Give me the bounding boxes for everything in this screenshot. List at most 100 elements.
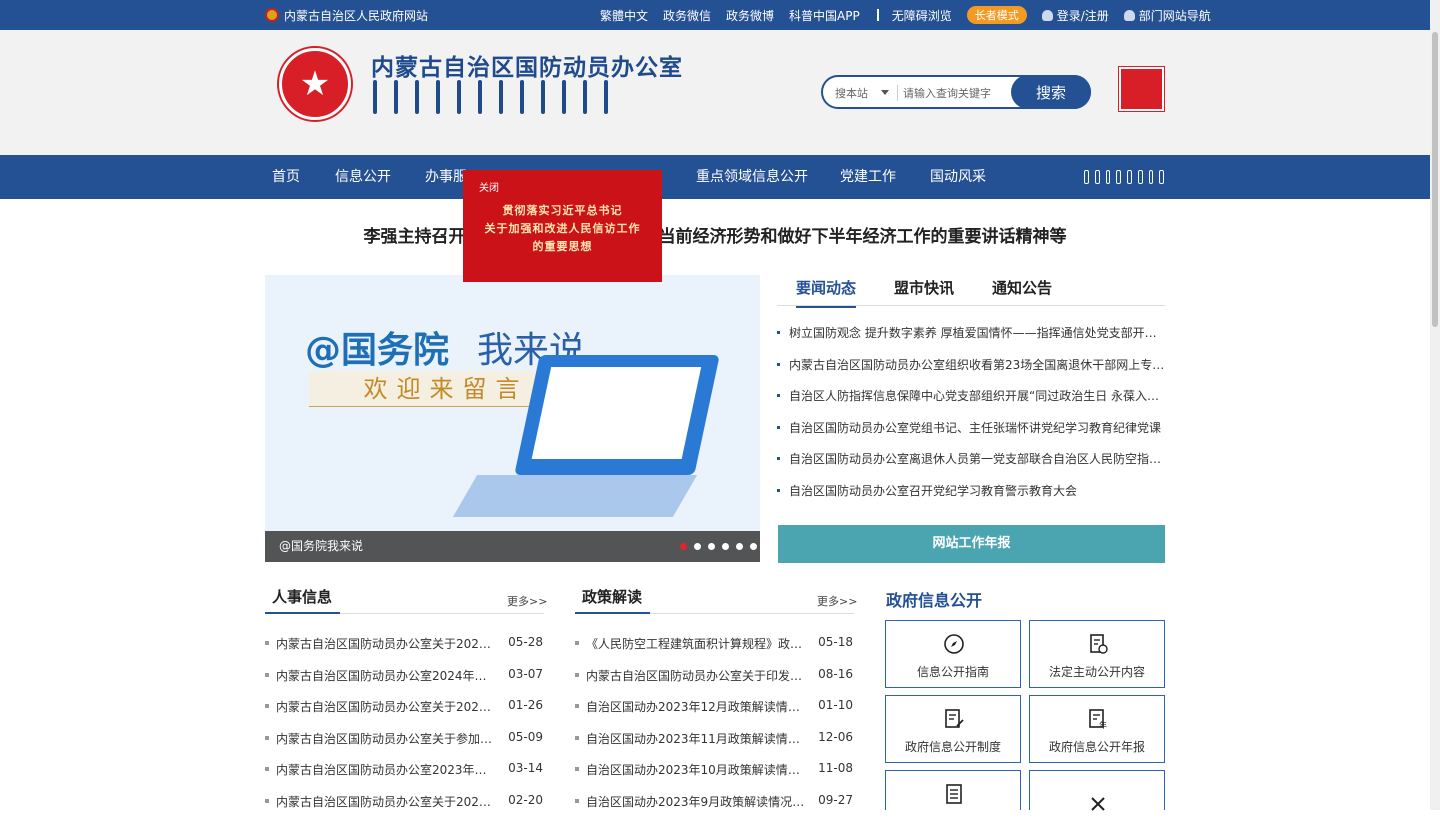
card-info-system[interactable]: 政府信息公开制度 bbox=[885, 695, 1021, 763]
link-gov-weibo[interactable]: 政务微博 bbox=[726, 7, 774, 24]
policy-more-link[interactable]: 更多>> bbox=[817, 593, 857, 609]
accessible-browse-link[interactable]: 无障碍浏览 bbox=[877, 7, 952, 24]
nav-item-info-public[interactable]: 信息公开 bbox=[335, 155, 391, 199]
personnel-underline bbox=[265, 612, 340, 614]
gov-site-link[interactable]: 内蒙古自治区人民政府网站 bbox=[265, 0, 428, 30]
list-item[interactable]: 内蒙古自治区国防动员办公室关于2024年度考试录用公务员面试的公告 01-26 bbox=[265, 698, 543, 730]
personnel-title[interactable]: 人事信息 bbox=[272, 586, 332, 607]
document-badge-icon bbox=[1087, 633, 1109, 655]
nav-item-party[interactable]: 党建工作 bbox=[840, 155, 896, 199]
chevron-down-icon[interactable] bbox=[881, 90, 889, 95]
accessibility-icon bbox=[877, 9, 887, 21]
list-item[interactable]: 自治区国防动员办公室召开党纪学习教育警示教育大会 bbox=[777, 482, 1165, 514]
headline-news[interactable]: 李强主持召开国务院常务会议 书记关于当前经济形势和做好下半年经济工作的重要讲话精… bbox=[0, 222, 1430, 247]
china-gov-logo[interactable] bbox=[1084, 167, 1164, 187]
carousel-dots bbox=[680, 543, 757, 550]
list-item[interactable]: 树立国防观念 提升数字素养 厚植爱国情怀——指挥通信处党支部开展主题党日活动 bbox=[777, 324, 1165, 356]
policy-list: 《人民防空工程建筑面积计算规程》政策解读05-18 内蒙古自治区国防动员办公室关… bbox=[575, 635, 853, 824]
top-links: 繁體中文 政务微信 政务微博 科普中国APP 无障碍浏览 长者模式 登录/注册 … bbox=[600, 0, 1226, 30]
item-date: 05-09 bbox=[508, 730, 543, 744]
card-tools[interactable] bbox=[1029, 770, 1165, 810]
org-icon bbox=[1124, 10, 1135, 21]
search-button[interactable]: 搜索 bbox=[1011, 75, 1091, 109]
nav-item-style[interactable]: 国动风采 bbox=[930, 155, 986, 199]
tab-notices[interactable]: 通知公告 bbox=[992, 277, 1052, 306]
list-item[interactable]: 内蒙古自治区国防动员办公室关于参加2023年度公开遴选公务员面试的公告 05-09 bbox=[265, 730, 543, 762]
search-scope-select[interactable]: 搜本站 bbox=[835, 85, 868, 101]
carousel-dot[interactable] bbox=[680, 543, 687, 550]
list-item[interactable]: 自治区国动办2023年10月政策解读情况统计 11-08 bbox=[575, 761, 853, 793]
list-item[interactable]: 内蒙古自治区国防动员办公室关于印发《内蒙古自治区人民防空工程管理办法》的政策解读… bbox=[575, 667, 853, 699]
item-title: 内蒙古自治区国防动员办公室关于参加2023年度公开遴选公务员面试的公告 bbox=[276, 730, 496, 747]
carousel-dot[interactable] bbox=[722, 543, 729, 550]
gov-info-title[interactable]: 政府信息公开 bbox=[886, 587, 982, 611]
news-carousel[interactable]: @国务院 我来说 欢迎来留言 @国务院我来说 bbox=[265, 275, 760, 562]
list-item[interactable]: 内蒙古自治区国防动员办公室2024年事业单位公开招聘工作人员公告 03-07 bbox=[265, 667, 543, 699]
item-title: 自治区国动办2023年9月政策解读情况报告 bbox=[586, 793, 806, 810]
link-gov-wechat[interactable]: 政务微信 bbox=[663, 7, 711, 24]
item-title: 内蒙古自治区国防动员办公室关于2024年公开遴选公务员拟遴选人员的公示 bbox=[276, 635, 496, 652]
list-item[interactable]: 自治区国防动员办公室党组书记、主任张瑞怀讲党纪学习教育纪律党课 bbox=[777, 419, 1165, 451]
carousel-dot[interactable] bbox=[694, 543, 701, 550]
list-item[interactable]: 《人民防空工程建筑面积计算规程》政策解读05-18 bbox=[575, 635, 853, 667]
list-item[interactable]: 自治区国动办2023年11月政策解读情况统计12-06 bbox=[575, 730, 853, 762]
site-title[interactable]: 内蒙古自治区国防动员办公室 bbox=[371, 48, 683, 82]
item-date: 09-27 bbox=[818, 793, 853, 807]
item-title: 内蒙古自治区国防动员办公室关于2024年度考试录用公务员面试的公告 bbox=[276, 698, 496, 715]
nav-item-home[interactable]: 首页 bbox=[272, 155, 300, 199]
card-info-guide[interactable]: 信息公开指南 bbox=[885, 620, 1021, 688]
card-label: 信息公开指南 bbox=[886, 663, 1020, 680]
elder-mode-button[interactable]: 长者模式 bbox=[967, 6, 1027, 24]
nav-item-key-areas[interactable]: 重点领域信息公开 bbox=[696, 155, 808, 199]
floating-banner[interactable]: 关闭 贯彻落实习近平总书记 关于加强和改进人民信访工作 的重要思想 bbox=[463, 170, 662, 282]
item-title: 自治区国动办2023年12月政策解读情况统计 bbox=[586, 698, 806, 715]
item-title: 内蒙古自治区国防动员办公室关于2022年度事业单位公开招聘的公告 bbox=[276, 793, 496, 810]
link-traditional-chinese[interactable]: 繁體中文 bbox=[600, 7, 648, 24]
annual-report-button[interactable]: 网站工作年报 bbox=[778, 525, 1165, 563]
card-list-document[interactable] bbox=[885, 770, 1021, 810]
list-item[interactable]: 内蒙古自治区国防动员办公室关于2024年公开遴选公务员拟遴选人员的公示 05-28 bbox=[265, 635, 543, 667]
main-nav: 首页 信息公开 办事服 重点领域信息公开 党建工作 国动风采 bbox=[0, 155, 1430, 199]
card-label: 政府信息公开年报 bbox=[1030, 738, 1164, 755]
tab-city-news[interactable]: 盟市快讯 bbox=[894, 277, 954, 306]
inner-mongolia-seal-logo[interactable] bbox=[1119, 67, 1164, 111]
nav-item-service[interactable]: 办事服 bbox=[425, 155, 467, 199]
carousel-dot[interactable] bbox=[736, 543, 743, 550]
item-title: 内蒙古自治区国防动员办公室2024年事业单位公开招聘工作人员公告 bbox=[276, 667, 496, 684]
card-annual-report[interactable]: 年 政府信息公开年报 bbox=[1029, 695, 1165, 763]
policy-title[interactable]: 政策解读 bbox=[582, 586, 642, 607]
list-item[interactable]: 自治区国动办2023年12月政策解读情况统计01-10 bbox=[575, 698, 853, 730]
carousel-heading-a: @国务院 bbox=[305, 321, 449, 373]
list-item[interactable]: 内蒙古自治区国防动员办公室组织收看第23场全国离退休干部网上专题报告会 bbox=[777, 356, 1165, 388]
list-item[interactable]: 自治区国动办2023年9月政策解读情况报告 09-27 bbox=[575, 793, 853, 824]
document-year-icon: 年 bbox=[1087, 708, 1109, 730]
scrollbar-thumb[interactable] bbox=[1432, 32, 1438, 327]
item-date: 05-28 bbox=[508, 635, 543, 649]
accessible-label: 无障碍浏览 bbox=[892, 9, 952, 23]
login-link[interactable]: 登录/注册 bbox=[1042, 7, 1109, 24]
tab-news[interactable]: 要闻动态 bbox=[796, 277, 856, 308]
site-badge-logo[interactable]: ★ bbox=[279, 48, 351, 120]
search-input[interactable] bbox=[903, 83, 1011, 103]
personnel-more-link[interactable]: 更多>> bbox=[507, 593, 547, 609]
item-title: 自治区国动办2023年10月政策解读情况统计 bbox=[586, 761, 806, 778]
page-scrollbar[interactable] bbox=[1430, 0, 1440, 810]
link-science-app[interactable]: 科普中国APP bbox=[789, 7, 860, 24]
tools-icon bbox=[1087, 793, 1109, 815]
news-tabs: 要闻动态 盟市快讯 通知公告 bbox=[777, 270, 1165, 306]
list-item[interactable]: 自治区人防指挥信息保障中心党支部组织开展“同过政治生日 永葆入党初心”主题党日活… bbox=[777, 387, 1165, 419]
close-banner-button[interactable]: 关闭 bbox=[479, 179, 499, 194]
list-item[interactable]: 自治区国防动员办公室离退休人员第一党支部联合自治区人民防空指挥信息保障中心党支部… bbox=[777, 450, 1165, 482]
item-date: 03-07 bbox=[508, 667, 543, 681]
carousel-dot[interactable] bbox=[750, 543, 757, 550]
dept-nav-link[interactable]: 部门网站导航 bbox=[1124, 7, 1211, 24]
list-item[interactable]: 内蒙古自治区国防动员办公室2023年度考试录用公务员拟录用人员公示03-14 bbox=[265, 761, 543, 793]
login-label: 登录/注册 bbox=[1057, 9, 1109, 23]
card-statutory-content[interactable]: 法定主动公开内容 bbox=[1029, 620, 1165, 688]
item-date: 01-26 bbox=[508, 698, 543, 712]
laptop-base-illustration bbox=[453, 475, 697, 517]
item-date: 11-08 bbox=[818, 761, 853, 775]
item-date: 05-18 bbox=[818, 635, 853, 649]
carousel-dot[interactable] bbox=[708, 543, 715, 550]
list-item[interactable]: 内蒙古自治区国防动员办公室关于2022年度事业单位公开招聘的公告02-20 bbox=[265, 793, 543, 824]
